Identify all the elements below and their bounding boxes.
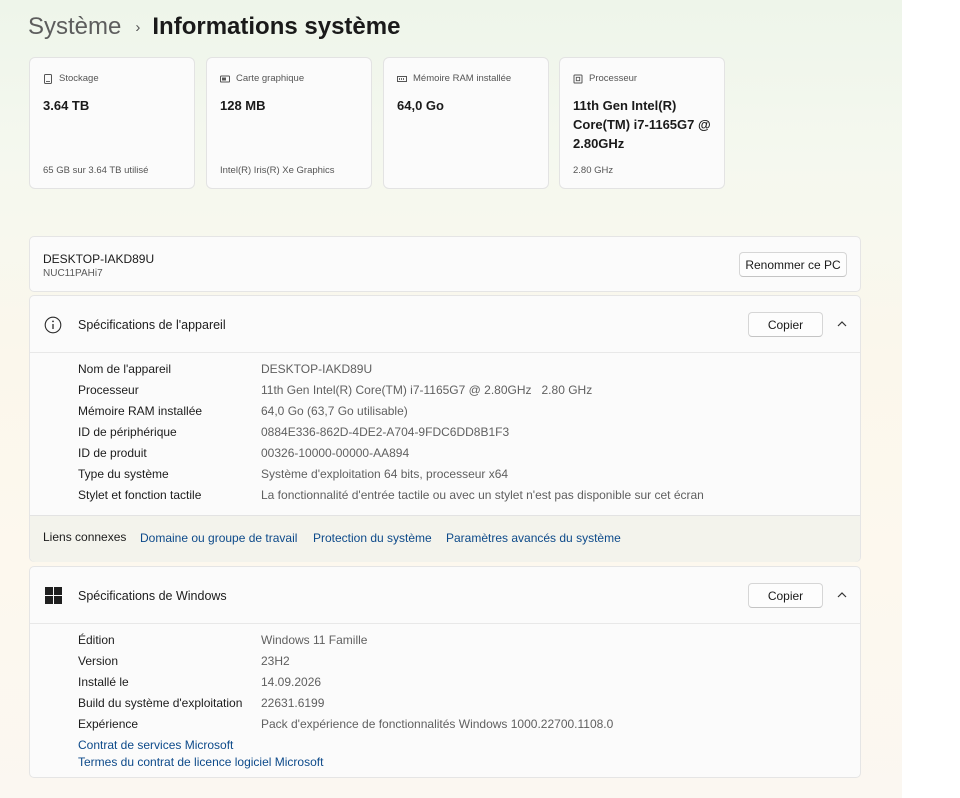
spec-value: 14.09.2026 bbox=[261, 675, 322, 689]
spec-row-version: Version 23H2 bbox=[78, 651, 290, 671]
spec-value: Pack d'expérience de fonctionnalités Win… bbox=[261, 717, 614, 731]
breadcrumb: Système › Informations système bbox=[28, 12, 400, 42]
link-system-protection[interactable]: Protection du système bbox=[313, 531, 432, 545]
spec-value: DESKTOP-IAKD89U bbox=[261, 362, 373, 376]
chevron-up-icon[interactable] bbox=[834, 587, 850, 603]
spec-row-device-name: Nom de l'appareil DESKTOP-IAKD89U bbox=[78, 359, 372, 379]
windows-specs-title: Spécifications de Windows bbox=[78, 589, 227, 603]
card-value: 3.64 TB bbox=[43, 98, 90, 113]
spec-value: 64,0 Go (63,7 Go utilisable) bbox=[261, 404, 408, 418]
link-advanced-system-settings[interactable]: Paramètres avancés du système bbox=[446, 531, 621, 545]
card-header: Mémoire RAM installée bbox=[397, 73, 511, 84]
card-header: Stockage bbox=[43, 73, 99, 84]
spec-label: Mémoire RAM installée bbox=[78, 404, 203, 418]
spec-value: 23H2 bbox=[261, 654, 290, 668]
spec-value: Windows 11 Famille bbox=[261, 633, 368, 647]
windows-logo-icon bbox=[45, 587, 62, 604]
card-header: Processeur bbox=[573, 73, 637, 84]
storage-card[interactable]: Stockage 3.64 TB 65 GB sur 3.64 TB utili… bbox=[29, 57, 195, 189]
settings-window: Système › Informations système Stockage … bbox=[0, 0, 902, 798]
link-domain-workgroup[interactable]: Domaine ou groupe de travail bbox=[140, 531, 297, 545]
link-microsoft-services-agreement[interactable]: Contrat de services Microsoft bbox=[78, 738, 233, 752]
card-value: 64,0 Go bbox=[397, 98, 444, 113]
card-sub: 65 GB sur 3.64 TB utilisé bbox=[43, 165, 149, 176]
spec-value: 11th Gen Intel(R) Core(TM) i7-1165G7 @ 2… bbox=[261, 383, 593, 397]
spec-label: Expérience bbox=[78, 717, 139, 731]
device-specs-header[interactable]: Spécifications de l'appareil Copier bbox=[30, 296, 860, 353]
ram-icon bbox=[397, 75, 407, 82]
spec-row-os-build: Build du système d'exploitation 22631.619… bbox=[78, 693, 324, 713]
device-specs-title: Spécifications de l'appareil bbox=[78, 318, 226, 332]
chevron-up-icon[interactable] bbox=[834, 316, 850, 332]
windows-specs-panel: Spécifications de Windows Copier Édition… bbox=[29, 566, 861, 778]
spec-row-system-type: Type du système Système d'exploitation 64… bbox=[78, 464, 508, 484]
spec-row-ram: Mémoire RAM installée 64,0 Go (63,7 Go ut… bbox=[78, 401, 408, 421]
spec-row-pen-touch: Stylet et fonction tactile La fonctionnal… bbox=[78, 485, 704, 505]
spec-value: Système d'exploitation 64 bits, processe… bbox=[261, 467, 509, 481]
spec-label: ID de périphérique bbox=[78, 425, 177, 439]
spec-value: 00326-10000-00000-AA894 bbox=[261, 446, 410, 460]
spec-row-installed-on: Installé le 14.09.2026 bbox=[78, 672, 321, 692]
device-specs-panel: Spécifications de l'appareil Copier Nom … bbox=[29, 295, 861, 562]
spec-row-processor: Processeur 11th Gen Intel(R) Core(TM) i7-… bbox=[78, 380, 592, 400]
rename-pc-button[interactable]: Renommer ce PC bbox=[739, 252, 847, 277]
spec-label: ID de produit bbox=[78, 446, 147, 460]
processor-icon bbox=[573, 74, 583, 83]
card-value: 11th Gen Intel(R) Core(TM) i7-1165G7 @ 2… bbox=[573, 98, 711, 151]
card-value: 128 MB bbox=[220, 98, 266, 113]
device-name-panel: DESKTOP-IAKD89U NUC11PAHi7 Renommer ce P… bbox=[29, 236, 861, 292]
card-label: Processeur bbox=[589, 73, 638, 84]
spec-value: 22631.6199 bbox=[261, 696, 325, 710]
processor-card[interactable]: Processeur 11th Gen Intel(R) Core(TM) i7… bbox=[559, 57, 725, 189]
spec-row-device-id: ID de périphérique 0884E336-862D-4DE2-A70… bbox=[78, 422, 509, 442]
device-name: DESKTOP-IAKD89U bbox=[43, 252, 155, 266]
related-links-label: Liens connexes bbox=[43, 530, 127, 544]
spec-value: La fonctionnalité d'entrée tactile ou av… bbox=[261, 488, 704, 502]
card-label: Stockage bbox=[59, 73, 99, 84]
card-label: Mémoire RAM installée bbox=[413, 73, 512, 84]
spec-label: Type du système bbox=[78, 467, 169, 481]
spec-label: Nom de l'appareil bbox=[78, 362, 172, 376]
spec-row-product-id: ID de produit 00326-10000-00000-AA894 bbox=[78, 443, 409, 463]
card-sub: Intel(R) Iris(R) Xe Graphics bbox=[220, 165, 335, 176]
spec-label: Build du système d'exploitation bbox=[78, 696, 243, 710]
storage-icon bbox=[44, 73, 52, 84]
spec-row-edition: Édition Windows 11 Famille bbox=[78, 630, 367, 650]
card-label: Carte graphique bbox=[236, 73, 305, 84]
card-sub: 2.80 GHz bbox=[573, 165, 614, 176]
copy-device-specs-button[interactable]: Copier bbox=[748, 312, 823, 337]
spec-label: Édition bbox=[78, 633, 115, 647]
copy-windows-specs-button[interactable]: Copier bbox=[748, 583, 823, 608]
link-microsoft-license-terms[interactable]: Termes du contrat de licence logiciel Mi… bbox=[78, 755, 323, 769]
graphics-card[interactable]: Carte graphique 128 MB Intel(R) Iris(R) … bbox=[206, 57, 372, 189]
graphics-card-icon bbox=[220, 75, 230, 82]
ram-card[interactable]: Mémoire RAM installée 64,0 Go bbox=[383, 57, 549, 189]
breadcrumb-chevron-icon: › bbox=[135, 18, 141, 36]
spec-label: Version bbox=[78, 654, 119, 668]
page-title: Informations système bbox=[152, 13, 401, 40]
windows-specs-header[interactable]: Spécifications de Windows Copier bbox=[30, 567, 860, 624]
spec-label: Processeur bbox=[78, 383, 139, 397]
info-icon bbox=[44, 316, 62, 334]
breadcrumb-parent[interactable]: Système bbox=[28, 13, 121, 41]
spec-label: Stylet et fonction tactile bbox=[78, 488, 202, 502]
device-model: NUC11PAHi7 bbox=[43, 268, 103, 279]
related-links-bar: Liens connexes Domaine ou groupe de trav… bbox=[30, 515, 860, 562]
spec-row-experience: Expérience Pack d'expérience de fonctionn… bbox=[78, 714, 613, 734]
spec-value: 0884E336-862D-4DE2-A704-9FDC6DD8B1F3 bbox=[261, 425, 510, 439]
spec-label: Installé le bbox=[78, 675, 129, 689]
card-header: Carte graphique bbox=[220, 73, 304, 84]
